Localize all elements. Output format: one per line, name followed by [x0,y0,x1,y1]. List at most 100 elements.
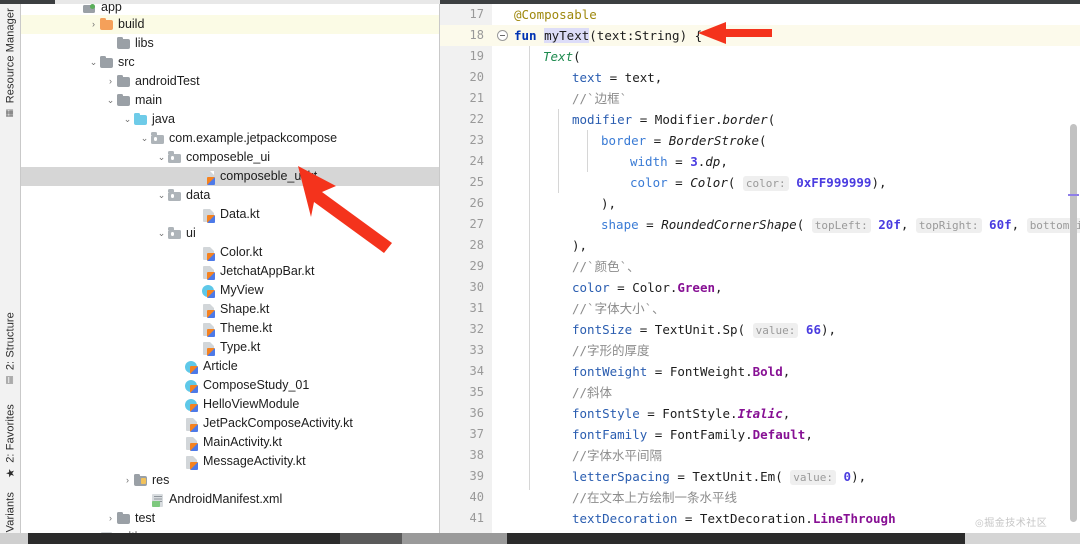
tree-row[interactable]: › build [21,15,439,34]
tree-row[interactable]: › test [21,509,439,528]
tree-row[interactable]: ⌄ data [21,186,439,205]
code-line[interactable]: 38 //字体水平间隔 [440,445,1080,466]
kotlin-class [201,283,216,298]
tree-row[interactable]: › Shape.kt [21,300,439,319]
kotlin-file [184,416,199,432]
tree-chevron-icon[interactable]: ⌄ [156,190,167,201]
line-number: 28 [469,238,484,252]
tree-row[interactable]: › Article [21,357,439,376]
tree-row[interactable]: › MainActivity.kt [21,433,439,452]
tree-chevron-icon[interactable]: ⌄ [139,133,150,144]
tree-chevron-icon: › [190,285,201,296]
code-line[interactable]: 25 color = Color( color: 0xFF999999), [440,172,1080,193]
code-token: ( [796,217,812,232]
tree-row[interactable]: › MyView [21,281,439,300]
tree-row[interactable]: ⌄ composeble_ui [21,148,439,167]
tree-row[interactable]: › androidTest [21,72,439,91]
code-token: //字体水平间隔 [572,448,663,463]
tree-chevron-icon: › [190,209,201,220]
line-number: 27 [469,217,484,231]
editor-vertical-scrollbar[interactable] [1070,124,1077,522]
tree-row[interactable]: › MessageActivity.kt [21,452,439,471]
tree-chevron-icon[interactable]: ⌄ [88,57,99,68]
code-editor[interactable]: 17 @Composable 18 fun myText(text:String) {… [440,4,1080,533]
code-line[interactable]: 32 fontSize = TextUnit.Sp( value: 66), [440,319,1080,340]
resource-manager-icon: ▦ [5,107,16,118]
code-line[interactable]: 37 fontFamily = FontFamily.Default, [440,424,1080,445]
code-line[interactable]: 39 letterSpacing = TextUnit.Em( value: 0)… [440,466,1080,487]
code-line[interactable]: 23 border = BorderStroke( [440,130,1080,151]
tree-row[interactable]: ⌄ src [21,53,439,72]
tree-chevron-icon[interactable]: ⌄ [156,152,167,163]
line-number: 34 [469,364,484,378]
tree-chevron-icon[interactable]: › [105,513,116,524]
code-text: //`字体大小`、 [514,298,665,319]
code-line[interactable]: 18 fun myText(text:String) { [440,25,1080,46]
tree-chevron-icon: › [139,494,150,505]
tree-row-label: MyView [220,283,264,297]
tree-row[interactable]: › JetPackComposeActivity.kt [21,414,439,433]
code-token: , [720,154,728,169]
code-line[interactable]: 22 modifier = Modifier.border( [440,109,1080,130]
code-line[interactable]: 31 //`字体大小`、 [440,298,1080,319]
tree-row[interactable]: › AndroidManifest.xml [21,490,439,509]
code-line[interactable]: 24 width = 3.dp, [440,151,1080,172]
line-number: 37 [469,427,484,441]
code-line[interactable]: 27 shape = RoundedCornerShape( topLeft: 2… [440,214,1080,235]
line-number: 41 [469,511,484,525]
code-line[interactable]: 40 //在文本上方绘制一条水平线 [440,487,1080,508]
tree-chevron-icon: › [190,266,201,277]
code-token: ), [572,238,588,253]
line-number: 19 [469,49,484,63]
tree-row[interactable]: › Color.kt [21,243,439,262]
code-token: dp [705,154,721,169]
tree-chevron-icon[interactable]: › [105,76,116,87]
line-number: 40 [469,490,484,504]
tree-chevron-icon[interactable]: ⌄ [122,114,133,125]
tree-chevron-icon[interactable]: › [122,475,133,486]
bottom-edge-segment-b [340,533,402,544]
tool-window-favorites[interactable]: ★ 2: Favorites [0,404,21,480]
code-line[interactable]: 28), [440,235,1080,256]
tree-row[interactable]: › res [21,471,439,490]
code-line[interactable]: 17 @Composable [440,4,1080,25]
tree-chevron-icon: › [173,380,184,391]
tree-row[interactable]: ⌄ java [21,110,439,129]
tool-window-structure[interactable]: ▤ 2: Structure [0,312,21,384]
tree-row[interactable]: › composeble_ui.kt [21,167,439,186]
tree-chevron-icon[interactable]: ⌄ [156,228,167,239]
tree-chevron-icon[interactable]: › [88,19,99,30]
code-fold-icon[interactable] [497,30,508,41]
code-line[interactable]: 35 //斜体 [440,382,1080,403]
code-token: 60f [989,217,1012,232]
code-line[interactable]: 19 Text( [440,46,1080,67]
tree-row[interactable]: › Theme.kt [21,319,439,338]
tree-row[interactable]: ⌄ com.example.jetpackcompose [21,129,439,148]
code-token: (text:String) { [589,28,703,43]
code-token: = TextDecoration. [677,511,813,526]
tree-row[interactable]: › libs [21,34,439,53]
tree-row-label: main [135,93,163,107]
line-number: 22 [469,112,484,126]
code-line[interactable]: 36 fontStyle = FontStyle.Italic, [440,403,1080,424]
tree-row[interactable]: › HelloViewModule [21,395,439,414]
code-line[interactable]: 34 fontWeight = FontWeight.Bold, [440,361,1080,382]
tree-row[interactable]: › Type.kt [21,338,439,357]
tree-row[interactable]: › Data.kt [21,205,439,224]
tree-chevron-icon[interactable]: ⌄ [105,95,116,106]
code-line[interactable]: 33 //字形的厚度 [440,340,1080,361]
tree-row[interactable]: › ComposeStudy_01 [21,376,439,395]
line-number: 26 [469,196,484,210]
tree-row[interactable]: ›app [21,4,439,15]
tree-row[interactable]: ⌄ main [21,91,439,110]
code-line[interactable]: 21 //`边框` [440,88,1080,109]
code-line[interactable]: 26), [440,193,1080,214]
tree-row[interactable]: › JetchatAppBar.kt [21,262,439,281]
tree-row[interactable]: ⌄ ui [21,224,439,243]
project-tree-panel[interactable]: ›app›build›libs⌄src›androidTest⌄main⌄jav… [21,4,440,533]
code-token: text [572,70,603,85]
code-line[interactable]: 29 //`颜色`、 [440,256,1080,277]
tool-window-resource-manager[interactable]: ▦ Resource Manager [0,8,21,117]
code-line[interactable]: 20 text = text, [440,67,1080,88]
code-line[interactable]: 30 color = Color.Green, [440,277,1080,298]
